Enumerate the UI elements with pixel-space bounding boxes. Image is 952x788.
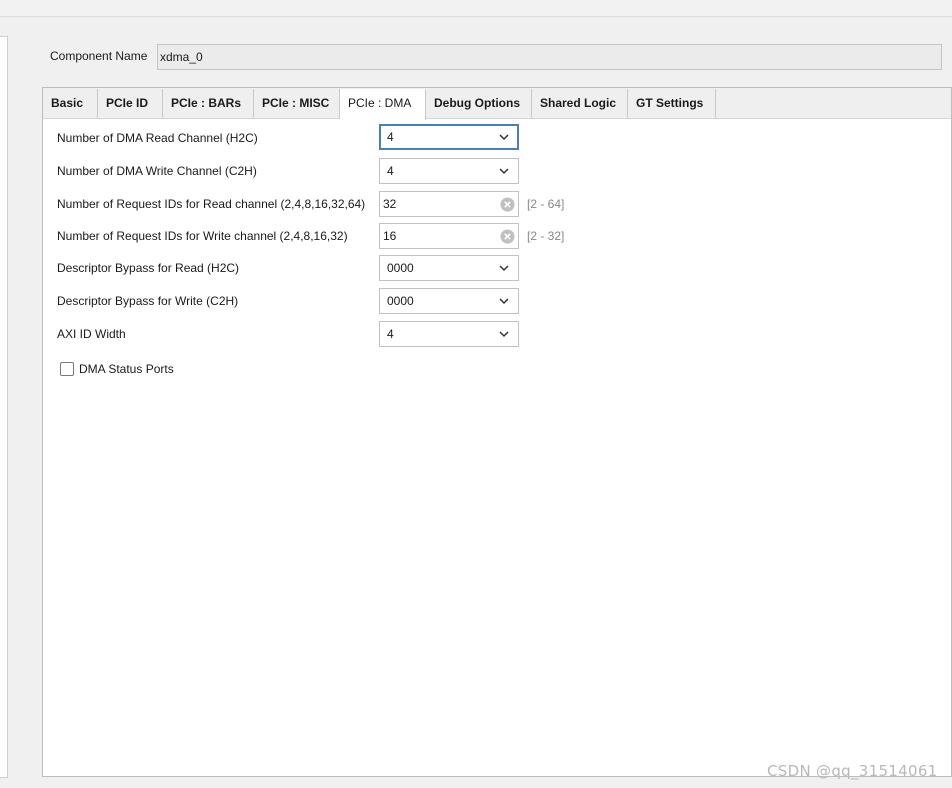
tab-pcie-id[interactable]: PCIe ID bbox=[98, 89, 163, 118]
write-request-ids-input[interactable]: 16 bbox=[379, 223, 519, 249]
read-request-ids-range: [2 - 64] bbox=[527, 197, 565, 211]
read-channel-label: Number of DMA Read Channel (H2C) bbox=[57, 131, 258, 145]
read-channel-select[interactable]: 4 bbox=[379, 124, 519, 150]
watermark: CSDN @qq_31514061 bbox=[767, 762, 938, 780]
clear-icon[interactable] bbox=[500, 229, 515, 244]
component-name-label: Component Name bbox=[50, 49, 148, 63]
tab-pcie-misc[interactable]: PCIe : MISC bbox=[254, 89, 340, 118]
bypass-write-label: Descriptor Bypass for Write (C2H) bbox=[57, 294, 239, 308]
read-channel-value: 4 bbox=[387, 130, 394, 144]
tab-debug-options[interactable]: Debug Options bbox=[426, 89, 532, 118]
write-channel-label: Number of DMA Write Channel (C2H) bbox=[57, 164, 257, 178]
dma-status-ports-label: DMA Status Ports bbox=[79, 362, 174, 376]
tab-basic[interactable]: Basic bbox=[43, 89, 98, 118]
bypass-read-select[interactable]: 0000 bbox=[379, 255, 519, 281]
chevron-down-icon bbox=[499, 298, 509, 305]
component-name-field[interactable]: xdma_0 bbox=[157, 44, 942, 70]
write-channel-value: 4 bbox=[387, 164, 394, 178]
axi-id-width-label: AXI ID Width bbox=[57, 327, 126, 341]
chevron-down-icon bbox=[499, 331, 509, 338]
top-toolbar-strip bbox=[0, 0, 952, 17]
chevron-down-icon bbox=[499, 265, 509, 272]
read-request-ids-label: Number of Request IDs for Read channel (… bbox=[57, 197, 366, 211]
tab-shared-logic[interactable]: Shared Logic bbox=[532, 89, 628, 118]
bypass-read-value: 0000 bbox=[387, 261, 414, 275]
write-request-ids-label: Number of Request IDs for Write channel … bbox=[57, 229, 348, 243]
bypass-write-value: 0000 bbox=[387, 294, 414, 308]
tab-bar: Basic PCIe ID PCIe : BARs PCIe : MISC PC… bbox=[43, 88, 951, 120]
dma-status-ports-checkbox[interactable] bbox=[60, 362, 74, 376]
chevron-down-icon bbox=[499, 168, 509, 175]
read-request-ids-input[interactable]: 32 bbox=[379, 191, 519, 217]
left-side-pane bbox=[0, 36, 8, 778]
write-request-ids-value: 16 bbox=[383, 229, 397, 243]
bypass-read-label: Descriptor Bypass for Read (H2C) bbox=[57, 261, 240, 275]
tab-pcie-dma[interactable]: PCIe : DMA bbox=[340, 89, 426, 120]
axi-id-width-select[interactable]: 4 bbox=[379, 321, 519, 347]
tab-gt-settings[interactable]: GT Settings bbox=[628, 89, 716, 118]
clear-icon[interactable] bbox=[500, 197, 515, 212]
write-channel-select[interactable]: 4 bbox=[379, 158, 519, 184]
tab-pcie-bars[interactable]: PCIe : BARs bbox=[163, 89, 254, 118]
read-request-ids-value: 32 bbox=[383, 197, 397, 211]
bypass-write-select[interactable]: 0000 bbox=[379, 288, 519, 314]
write-request-ids-range: [2 - 32] bbox=[527, 229, 565, 243]
axi-id-width-value: 4 bbox=[387, 327, 394, 341]
chevron-down-icon bbox=[499, 134, 509, 141]
